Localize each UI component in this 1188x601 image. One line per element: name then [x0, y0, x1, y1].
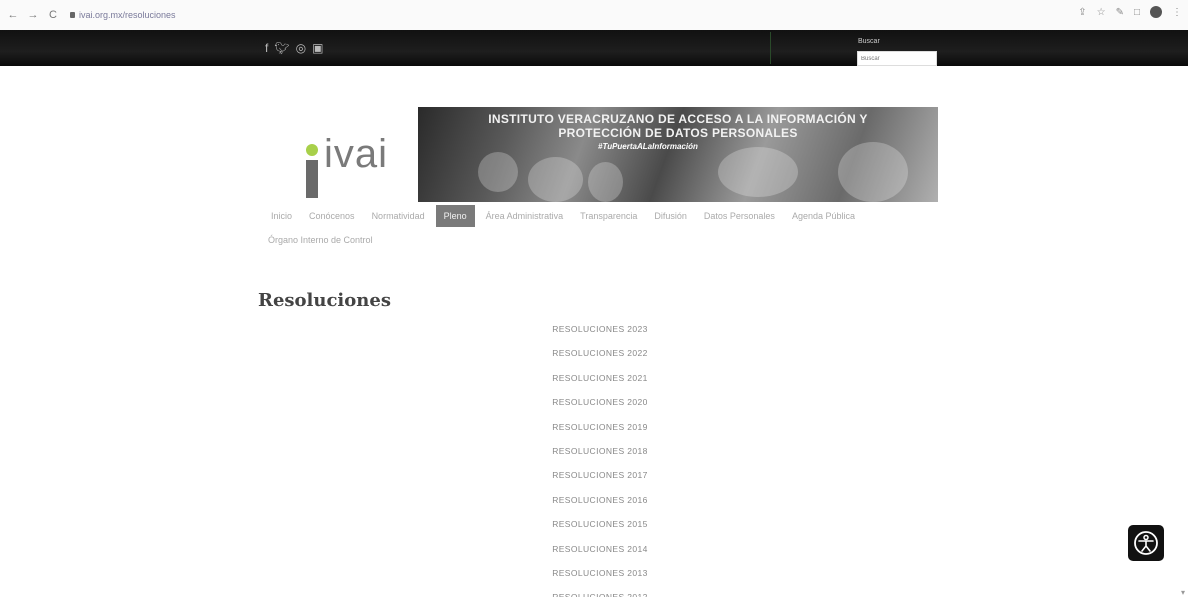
address-bar[interactable]: ivai.org.mx/resoluciones — [70, 10, 176, 20]
menu-kebab-icon[interactable]: ⋮ — [1172, 7, 1182, 18]
banner-title: INSTITUTO VERACRUZANO DE ACCESO A LA INF… — [418, 112, 938, 140]
main-nav: Inicio Conócenos Normatividad Pleno Área… — [265, 205, 866, 227]
resolution-link[interactable]: RESOLUCIONES 2014 — [500, 539, 700, 563]
accessibility-button[interactable] — [1128, 525, 1164, 561]
banner-title-line1: INSTITUTO VERACRUZANO DE ACCESO A LA INF… — [488, 112, 868, 126]
nav-item-conocenos[interactable]: Conócenos — [303, 207, 361, 225]
url-text: ivai.org.mx/resoluciones — [79, 10, 176, 20]
lock-icon — [70, 12, 75, 18]
nav-item-inicio[interactable]: Inicio — [265, 207, 298, 225]
resolution-link[interactable]: RESOLUCIONES 2017 — [500, 465, 700, 489]
nav-item-organo-interno[interactable]: Órgano Interno de Control — [268, 235, 373, 245]
bookmark-star-icon[interactable]: ☆ — [1097, 7, 1106, 18]
twitter-icon[interactable]: 🐦︎ — [274, 41, 289, 55]
resolutions-list: RESOLUCIONES 2023 RESOLUCIONES 2022 RESO… — [500, 319, 700, 597]
resolution-link[interactable]: RESOLUCIONES 2023 — [500, 319, 700, 343]
logo-text: ivai — [324, 132, 389, 176]
resolution-link[interactable]: RESOLUCIONES 2020 — [500, 392, 700, 416]
forward-button[interactable]: → — [26, 9, 40, 21]
facebook-icon[interactable]: f — [265, 41, 268, 55]
reload-button[interactable]: C — [46, 9, 60, 21]
banner-hashtag: #TuPuertaALaInformación — [598, 142, 698, 151]
nav-item-area-administrativa[interactable]: Área Administrativa — [480, 207, 570, 225]
search-input[interactable] — [857, 51, 937, 66]
extensions-icon[interactable]: ✎ — [1116, 7, 1124, 18]
profile-avatar[interactable] — [1150, 6, 1162, 18]
nav-item-transparencia[interactable]: Transparencia — [574, 207, 643, 225]
page-title: Resoluciones — [258, 290, 391, 311]
resolution-link[interactable]: RESOLUCIONES 2018 — [500, 441, 700, 465]
browser-toolbar: ← → C ivai.org.mx/resoluciones ⇪ ☆ ✎ □ ⋮ — [0, 0, 1188, 30]
scroll-indicator[interactable]: ▾ — [1181, 588, 1185, 597]
logo-i-mark — [306, 144, 318, 199]
resolution-link[interactable]: RESOLUCIONES 2022 — [500, 343, 700, 367]
banner-title-line2: PROTECCIÓN DE DATOS PERSONALES — [558, 126, 798, 140]
ivai-logo[interactable]: ivai — [268, 112, 418, 202]
resolution-link[interactable]: RESOLUCIONES 2013 — [500, 563, 700, 587]
nav-item-normatividad[interactable]: Normatividad — [366, 207, 431, 225]
tab-layout-icon[interactable]: □ — [1134, 7, 1140, 18]
nav-item-difusion[interactable]: Difusión — [648, 207, 693, 225]
nav-item-pleno[interactable]: Pleno — [435, 205, 475, 227]
site-topbar — [0, 30, 1188, 66]
resolution-link[interactable]: RESOLUCIONES 2016 — [500, 490, 700, 514]
resolution-link[interactable]: RESOLUCIONES 2015 — [500, 514, 700, 538]
nav-item-datos-personales[interactable]: Datos Personales — [698, 207, 781, 225]
nav-item-agenda-publica[interactable]: Agenda Pública — [786, 207, 861, 225]
back-button[interactable]: ← — [6, 9, 20, 21]
social-links: f 🐦︎ ◎ ▣ — [265, 41, 323, 55]
resolution-link[interactable]: RESOLUCIONES 2021 — [500, 368, 700, 392]
instagram-icon[interactable]: ◎ — [296, 41, 306, 55]
header-banner: INSTITUTO VERACRUZANO DE ACCESO A LA INF… — [418, 107, 938, 202]
accessibility-icon — [1134, 531, 1158, 555]
resolution-link[interactable]: RESOLUCIONES 2012 — [500, 587, 700, 597]
browser-actions: ⇪ ☆ ✎ □ ⋮ — [1078, 6, 1182, 18]
youtube-icon[interactable]: ▣ — [312, 41, 323, 55]
search-label: Buscar — [858, 38, 880, 45]
topbar-divider — [770, 32, 771, 64]
share-icon[interactable]: ⇪ — [1078, 7, 1086, 18]
resolution-link[interactable]: RESOLUCIONES 2019 — [500, 417, 700, 441]
